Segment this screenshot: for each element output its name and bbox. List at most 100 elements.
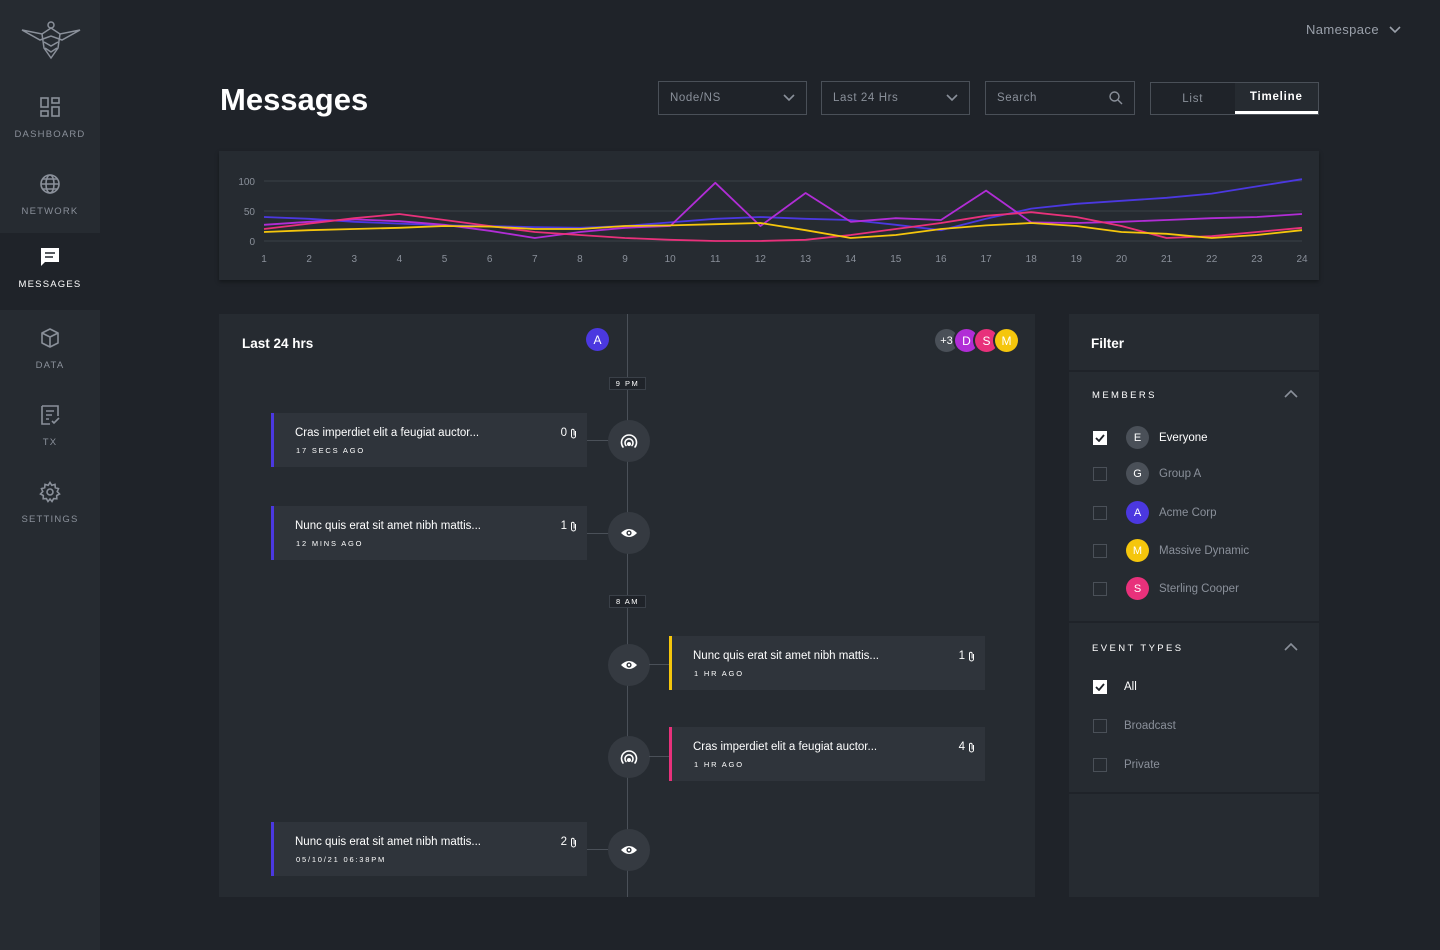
view-node[interactable] [608,829,650,871]
namespace-dropdown[interactable]: Namespace [1306,22,1401,37]
message-card[interactable]: Nunc quis erat sit amet nibh mattis... 0… [271,822,587,876]
view-node[interactable] [608,644,650,686]
member-filter-acme-corp[interactable]: A Acme Corp [1093,501,1217,524]
message-card[interactable]: Nunc quis erat sit amet nibh mattis... 1… [669,636,985,690]
time-marker: 9 PM [609,377,646,390]
broadcast-node[interactable] [608,420,650,462]
x-tick-label: 11 [710,254,721,265]
line-chart: 1005001 2 3 4 5 6 7 8 9 10 11 12 13 14 15 16 17 18 19 20 21 2… [238,177,1308,265]
avatar[interactable]: A [586,328,609,351]
checkbox[interactable] [1093,466,1107,481]
chevron-up-icon[interactable] [1284,389,1298,398]
timeline-connector [649,756,669,757]
node-ns-select[interactable]: Node/NS [658,81,807,115]
checkbox[interactable] [1093,430,1107,445]
event-filter-private[interactable]: Private [1093,758,1160,772]
paperclip-icon [571,837,576,847]
message-time: 12 MINS AGO [296,539,364,548]
member-name: Acme Corp [1159,506,1217,519]
checkbox[interactable] [1093,505,1107,520]
member-filter-sterling-cooper[interactable]: S Sterling Cooper [1093,577,1239,600]
checkbox[interactable] [1093,719,1107,733]
checkbox[interactable] [1093,581,1107,596]
checkbox[interactable] [1093,543,1107,558]
member-name: Everyone [1159,431,1208,444]
attachment-count: 2 [561,836,577,848]
avatar: A [1126,501,1149,524]
x-tick-label: 17 [981,254,993,265]
search-placeholder: Search [997,92,1038,104]
x-tick-label: 12 [755,254,767,265]
x-tick-label: 21 [1161,254,1173,265]
search-input[interactable]: Search [985,81,1135,115]
checkbox[interactable] [1093,758,1107,772]
sidebar-item-messages[interactable]: MESSAGES [0,233,100,310]
sidebar-item-network[interactable]: NETWORK [0,160,100,237]
view-node[interactable] [608,512,650,554]
series-line-2 [263,181,1303,239]
message-card[interactable]: Nunc quis erat sit amet nibh mattis... 1… [271,506,587,560]
sidebar-item-dashboard[interactable]: DASHBOARD [0,83,100,160]
attachment-count: 1 [959,650,975,662]
sidebar-item-settings[interactable]: SETTINGS [0,468,100,545]
paperclip-icon [571,521,576,531]
sidebar-item-label: TX [42,437,58,448]
members-heading: MEMBERS [1092,390,1157,401]
broadcast-node[interactable] [608,736,650,778]
attachment-count: 0 [561,427,577,439]
x-tick-label: 20 [1116,254,1128,265]
message-text: Cras imperdiet elit a feugiat auctor... [295,427,480,439]
search-icon [1109,91,1123,105]
sidebar-item-tx[interactable]: TX [0,391,100,468]
chevron-up-icon[interactable] [1284,642,1298,651]
x-tick-label: 14 [845,254,857,265]
filter-panel: Filter MEMBERS E Everyone G Group A A Ac… [1069,314,1319,897]
message-text: Nunc quis erat sit amet nibh mattis... [693,650,879,662]
avatar[interactable]: M [995,329,1018,352]
timeline-view-button[interactable]: Timeline [1234,83,1318,114]
list-view-button[interactable]: List [1151,83,1235,114]
sidebar: DASHBOARD NETWORK MESSAGES DATA TX SETTI… [0,0,100,950]
checkmark-icon [1095,683,1105,691]
event-types-heading: EVENT TYPES [1092,643,1184,654]
message-text: Nunc quis erat sit amet nibh mattis... [295,836,481,848]
paperclip-icon [969,651,974,661]
timeline-connector [587,849,609,850]
broadcast-icon [620,434,638,448]
node-ns-select-value: Node/NS [670,92,721,104]
attachment-count-value: 2 [560,836,567,848]
namespace-label: Namespace [1306,22,1379,37]
x-tick-label: 24 [1296,254,1308,265]
broadcast-icon [620,750,638,764]
time-range-select[interactable]: Last 24 Hrs [821,81,970,115]
event-filter-all[interactable]: All [1093,680,1137,694]
member-name: Sterling Cooper [1159,582,1239,595]
chevron-down-icon [783,94,795,102]
event-filter-broadcast[interactable]: Broadcast [1093,719,1176,733]
member-name: Group A [1159,467,1202,480]
timeline-connector [587,533,609,534]
member-filter-everyone[interactable]: E Everyone [1093,426,1208,449]
document-check-icon [38,403,62,427]
sidebar-item-data[interactable]: DATA [0,314,100,391]
chevron-down-icon [1389,25,1401,33]
messages-chart: 100 50 0 1 2 3 4 5 6 7 8 9 10 11 12 13 14 15 16 17 18 19 20 21 2… [219,151,1319,280]
x-tick-label: 2 [306,254,312,265]
y-tick-label: 50 [244,207,256,218]
member-filter-massive-dynamic[interactable]: M Massive Dynamic [1093,539,1249,562]
member-filter-group-a[interactable]: G Group A [1093,462,1201,485]
timeline-title: Last 24 hrs [242,336,314,351]
sidebar-item-label: NETWORK [21,206,79,217]
timeline-card: Last 24 hrs A +3 D S M 9 PM 8 AM Cras im… [219,314,1035,897]
x-tick-label: 13 [800,254,812,265]
divider [1069,370,1319,372]
checkmark-icon [1095,433,1105,442]
sidebar-item-label: DASHBOARD [14,129,86,140]
member-name: Massive Dynamic [1159,544,1250,557]
bee-logo-icon[interactable] [20,20,82,62]
message-card[interactable]: Cras imperdiet elit a feugiat auctor... … [669,727,985,781]
checkbox[interactable] [1093,680,1107,694]
attachment-count: 4 [959,741,975,753]
message-text: Nunc quis erat sit amet nibh mattis... [295,520,481,532]
message-card[interactable]: Cras imperdiet elit a feugiat auctor... … [271,413,587,467]
